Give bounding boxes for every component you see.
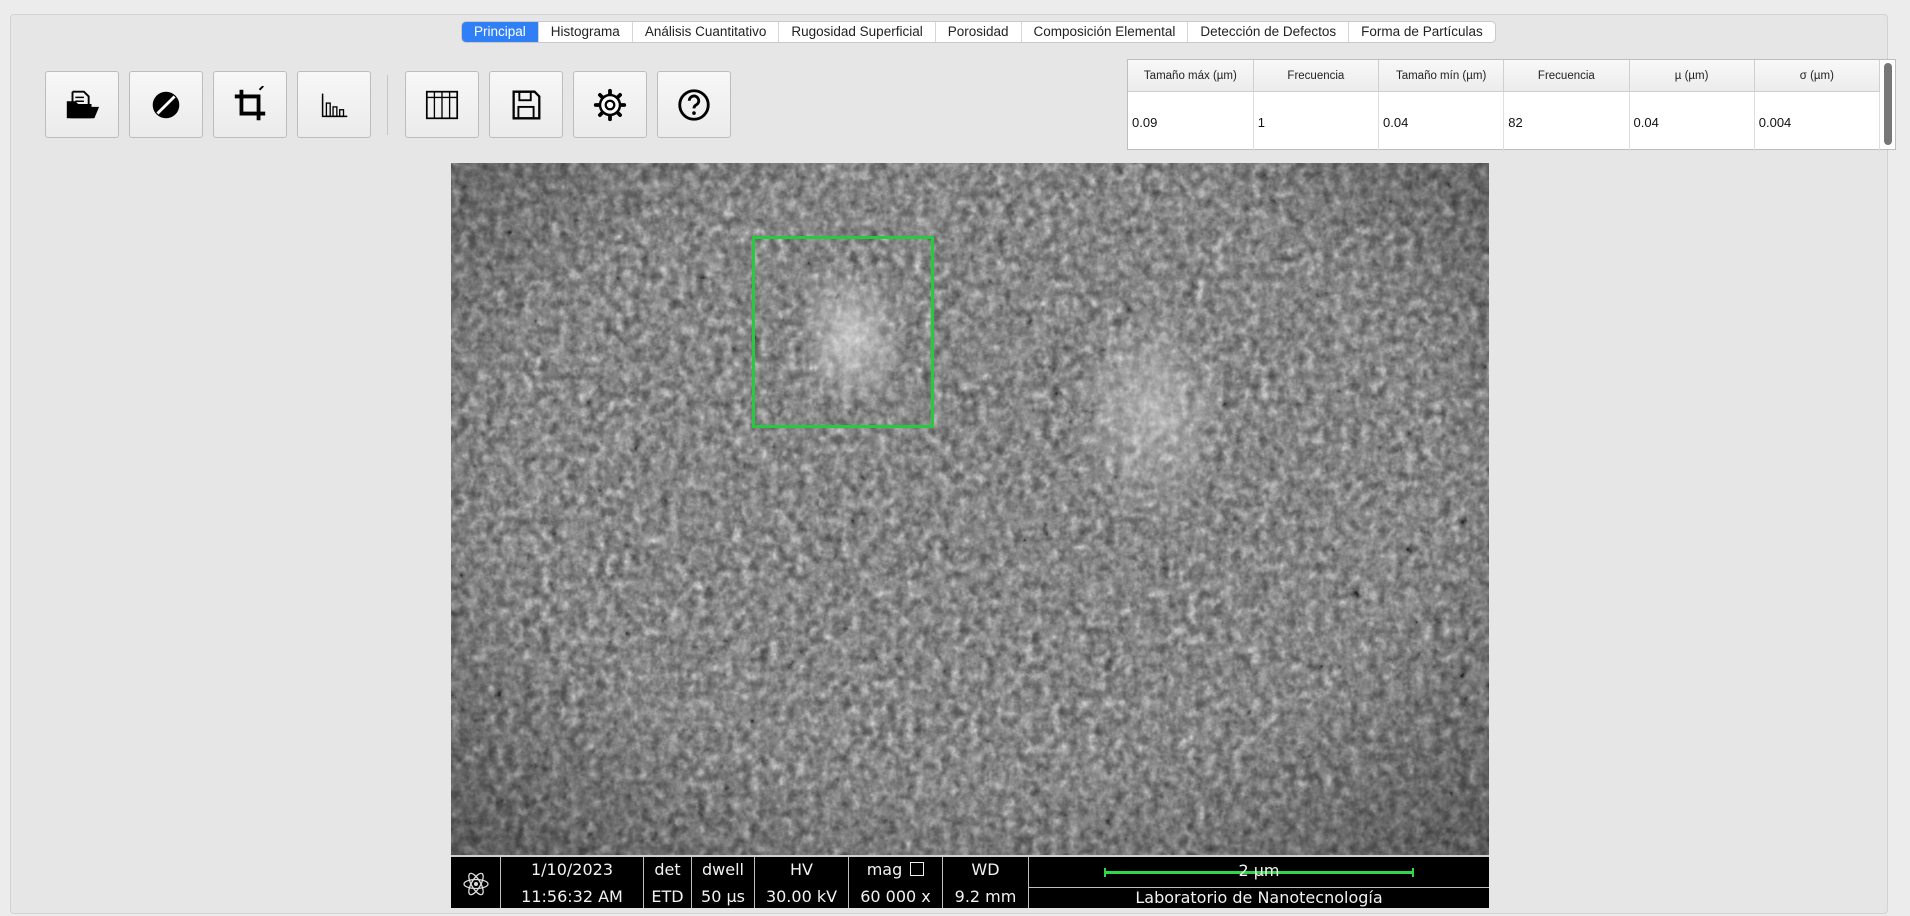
toolbar-separator	[387, 75, 388, 135]
settings-button[interactable]	[573, 71, 647, 138]
wd-value: 9.2 mm	[954, 886, 1017, 906]
column-header[interactable]: Frecuencia	[1253, 60, 1380, 92]
column-header[interactable]: Tamaño máx (µm)	[1128, 60, 1254, 92]
lab-name: Laboratorio de Nanotecnología	[1029, 887, 1489, 907]
column-header[interactable]: µ (µm)	[1629, 60, 1755, 92]
column-header[interactable]: Frecuencia	[1503, 60, 1630, 92]
tab-bar: Principal Histograma Análisis Cuantitati…	[461, 21, 1496, 43]
wd-label: WD	[971, 860, 1000, 880]
statistics-table: Tamaño máx (µm) Frecuencia Tamaño mín (µ…	[1127, 59, 1896, 152]
tab-composicion-elemental[interactable]: Composición Elemental	[1022, 22, 1189, 42]
dwell-label: dwell	[702, 860, 744, 880]
tab-principal[interactable]: Principal	[462, 22, 539, 42]
hv-value: 30.00 kV	[765, 886, 838, 906]
time-value: 11:56:32 AM	[521, 886, 623, 906]
hv-label: HV	[790, 860, 813, 880]
detector-value: ETD	[651, 886, 684, 906]
sem-micrograph[interactable]	[451, 163, 1489, 855]
tab-deteccion-defectos[interactable]: Detección de Defectos	[1188, 22, 1350, 42]
logo-cell	[451, 857, 501, 908]
diagonal-slash-circle-icon	[152, 91, 180, 118]
vertical-scrollbar[interactable]	[1884, 63, 1892, 145]
open-folder-icon	[66, 90, 100, 118]
table-cell[interactable]: 0.004	[1754, 91, 1881, 152]
tab-rugosidad-superficial[interactable]: Rugosidad Superficial	[779, 22, 936, 42]
atom-logo-icon	[462, 872, 489, 895]
histogram-button[interactable]	[297, 71, 371, 138]
gear-icon	[593, 88, 627, 121]
detector-label: det	[654, 860, 681, 880]
tab-forma-particulas[interactable]: Forma de Partículas	[1349, 22, 1495, 42]
tab-porosidad[interactable]: Porosidad	[936, 22, 1022, 42]
table-row: 0.09 1 0.04 82 0.04 0.004	[1128, 91, 1881, 152]
table-cell[interactable]: 0.09	[1128, 91, 1254, 152]
sem-databar: 1/10/2023 11:56:32 AM det ETD dwell 50 µ…	[451, 855, 1489, 908]
save-button[interactable]	[489, 71, 563, 138]
save-icon	[512, 90, 541, 119]
magnification-cell: mag 60 000 x	[849, 857, 943, 908]
scale-bar-label: 2 µm	[1238, 860, 1280, 880]
table-cell[interactable]: 0.04	[1629, 91, 1755, 152]
datetime-cell: 1/10/2023 11:56:32 AM	[501, 857, 644, 908]
detector-cell: det ETD	[644, 857, 692, 908]
hv-cell: HV 30.00 kV	[755, 857, 849, 908]
date-value: 1/10/2023	[530, 860, 614, 880]
help-button[interactable]	[657, 71, 731, 138]
tab-histograma[interactable]: Histograma	[539, 22, 633, 42]
mag-label: mag	[866, 860, 903, 880]
mag-value: 60 000 x	[860, 886, 931, 906]
crop-icon	[234, 85, 266, 120]
dwell-cell: dwell 50 µs	[692, 857, 755, 908]
table-cell[interactable]: 1	[1253, 91, 1380, 152]
open-file-button[interactable]	[45, 71, 119, 138]
scale-cell: 2 µm Laboratorio de Nanotecnología	[1029, 857, 1489, 908]
help-icon	[678, 88, 710, 121]
square-icon	[910, 862, 925, 877]
image-viewer[interactable]: 1/10/2023 11:56:32 AM det ETD dwell 50 µ…	[451, 163, 1489, 908]
table-cell[interactable]: 0.04	[1378, 91, 1505, 152]
table-cell[interactable]: 82	[1503, 91, 1630, 152]
table-button[interactable]	[405, 71, 479, 138]
working-distance-cell: WD 9.2 mm	[943, 857, 1029, 908]
column-header[interactable]: Tamaño mín (µm)	[1378, 60, 1505, 92]
column-header[interactable]: σ (µm)	[1754, 60, 1881, 92]
table-header-row: Tamaño máx (µm) Frecuencia Tamaño mín (µ…	[1128, 60, 1881, 92]
scale-bar: 2 µm	[1104, 860, 1414, 882]
dwell-value: 50 µs	[701, 886, 745, 906]
tab-analisis-cuantitativo[interactable]: Análisis Cuantitativo	[633, 22, 780, 42]
table-icon	[425, 90, 459, 119]
clear-button[interactable]	[129, 71, 203, 138]
bar-chart-icon	[321, 93, 348, 117]
main-window: Principal Histograma Análisis Cuantitati…	[10, 14, 1896, 914]
selection-rectangle[interactable]	[752, 236, 934, 428]
crop-button[interactable]	[213, 71, 287, 138]
